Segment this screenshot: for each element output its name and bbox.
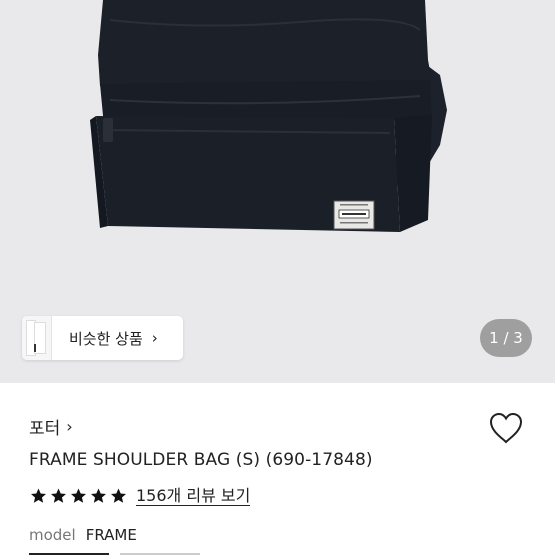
star-icon xyxy=(71,488,86,503)
rating-stars xyxy=(29,487,128,505)
similar-products-label: 비슷한 상품 xyxy=(69,329,143,348)
review-link[interactable]: 156개 리뷰 보기 xyxy=(136,486,251,506)
star-icon xyxy=(91,488,106,503)
image-page-counter: 1 / 3 xyxy=(480,319,532,357)
model-row: model FRAME xyxy=(29,526,137,544)
star-icon xyxy=(31,488,46,503)
model-label: model xyxy=(29,526,76,544)
similar-product-thumbnail xyxy=(22,316,52,360)
brand-name: 포터 xyxy=(29,419,61,439)
product-title: FRAME SHOULDER BAG (S) (690-17848) xyxy=(29,450,373,470)
chevron-right-icon: › xyxy=(66,417,73,436)
similar-products-button[interactable]: 비슷한 상품 › xyxy=(22,316,183,360)
product-image-gallery[interactable]: 비슷한 상품 › 1 / 3 xyxy=(0,0,555,383)
star-icon xyxy=(51,488,66,503)
rating-row: 156개 리뷰 보기 xyxy=(29,486,251,506)
brand-link[interactable]: 포터 › xyxy=(29,414,73,439)
star-icon xyxy=(111,488,126,503)
product-info: 포터 › FRAME SHOULDER BAG (S) (690-17848) … xyxy=(0,383,555,555)
chevron-right-icon: › xyxy=(151,329,158,347)
heart-icon[interactable] xyxy=(488,411,524,445)
model-value: FRAME xyxy=(85,526,137,544)
